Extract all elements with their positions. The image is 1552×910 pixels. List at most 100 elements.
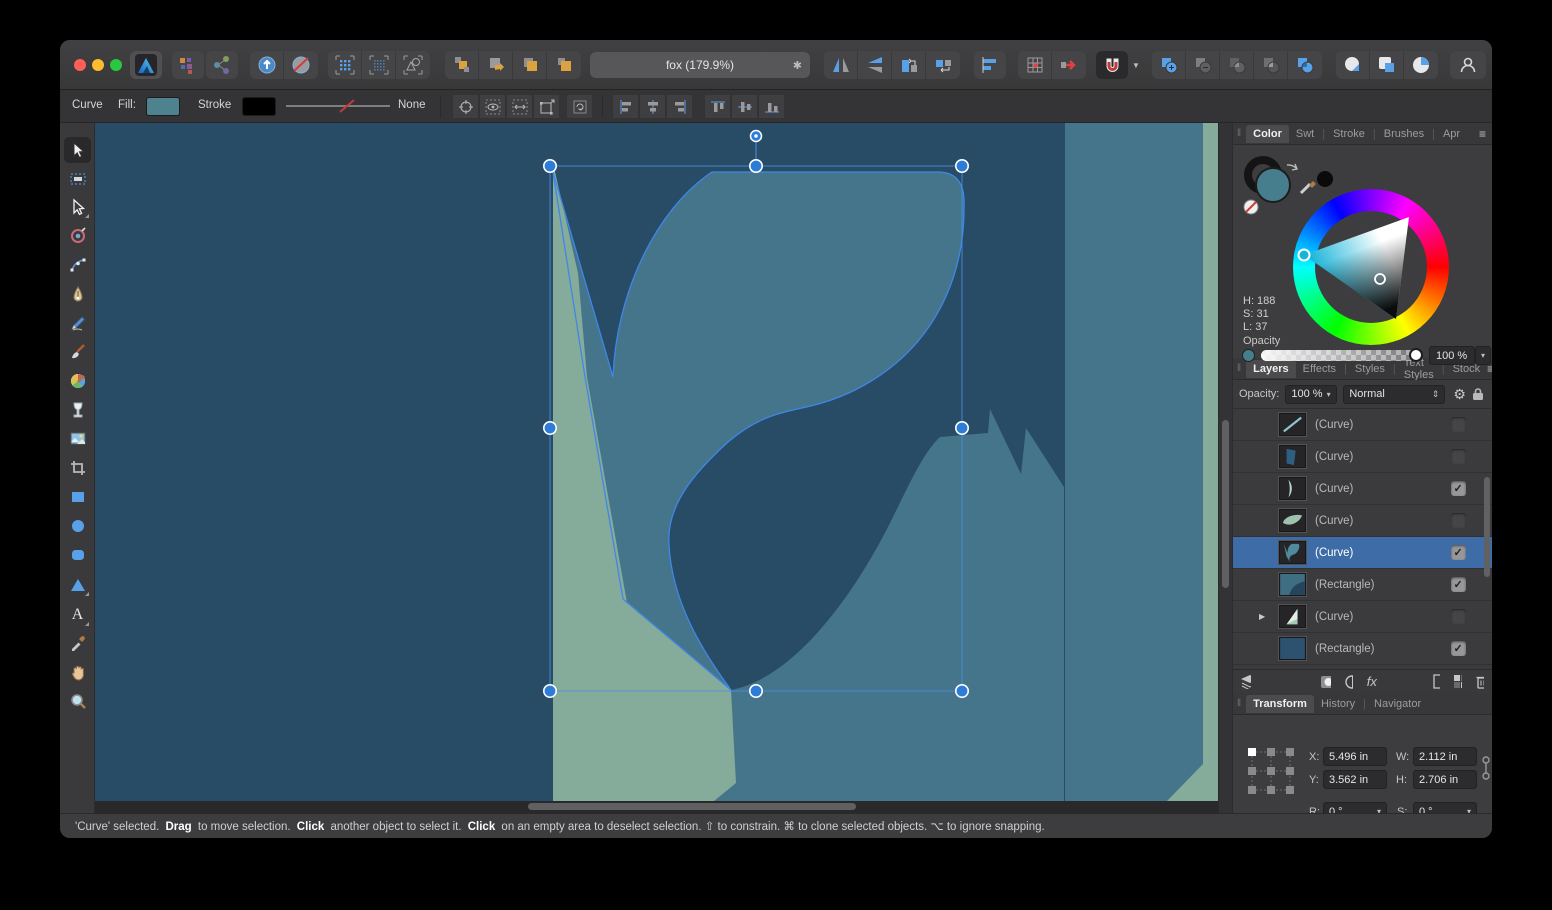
artboard-tool[interactable] [64, 166, 91, 192]
layer-row-3[interactable]: (Curve) [1233, 473, 1492, 505]
layer-row-6[interactable]: (Rectangle) [1233, 569, 1492, 601]
layer-visibility-checkbox[interactable] [1451, 513, 1466, 528]
view-tool[interactable] [64, 659, 91, 685]
layer-settings-gear-icon[interactable]: ⚙ [1453, 386, 1466, 403]
horizontal-scrollbar-thumb[interactable] [528, 803, 856, 810]
sage-strip-object[interactable] [1203, 123, 1218, 801]
transform-separately-button[interactable] [506, 94, 533, 119]
mask-layer-icon[interactable] [1321, 675, 1330, 689]
hue-marker[interactable] [1299, 250, 1310, 261]
rotate-ccw-button[interactable] [892, 51, 926, 79]
rotation-center-button[interactable] [566, 94, 593, 119]
pattern-layer-icon[interactable] [1454, 675, 1462, 689]
opacity-value-field[interactable]: 100 % [1429, 346, 1475, 365]
opacity-dropdown[interactable]: ▾ [1475, 346, 1491, 365]
node-tool[interactable] [64, 194, 91, 220]
badge-slash-button[interactable] [284, 51, 318, 79]
h-field[interactable]: 2.706 in [1413, 770, 1477, 789]
pencil-tool[interactable] [64, 310, 91, 336]
vertical-scrollbar[interactable] [1218, 123, 1232, 813]
rotate-cw-button[interactable] [926, 51, 960, 79]
close-button[interactable] [74, 59, 86, 71]
point-transform-tool[interactable] [64, 223, 91, 249]
align-right-button[interactable] [666, 94, 693, 119]
document-title[interactable]: fox (179.9%) ✱ [590, 52, 810, 78]
ellipse-tool[interactable] [64, 513, 91, 539]
tab-swatches[interactable]: Swt [1289, 125, 1321, 143]
account-button[interactable] [1450, 51, 1486, 79]
color-triangle[interactable] [1233, 145, 1492, 358]
canvas-artwork[interactable] [95, 123, 1218, 801]
canvas-viewport[interactable] [95, 123, 1218, 813]
align-middle-v-button[interactable] [731, 94, 758, 119]
minimize-button[interactable] [92, 59, 104, 71]
layer-visibility-checkbox[interactable] [1451, 481, 1466, 496]
y-field[interactable]: 3.562 in [1323, 770, 1387, 789]
panel-grip[interactable]: ‖ [1237, 128, 1242, 139]
op-circle-button[interactable] [1336, 51, 1370, 79]
arrange-back-one-button[interactable] [479, 51, 513, 79]
boolean-divide-button[interactable] [1254, 51, 1288, 79]
vertical-scrollbar-thumb[interactable] [1222, 420, 1229, 588]
layer-visibility-checkbox[interactable] [1451, 609, 1466, 624]
blend-mode-dropdown[interactable]: Normal⇕ [1343, 385, 1445, 404]
layer-opacity-dropdown[interactable]: 100 %▾ [1285, 385, 1337, 404]
align-left-button[interactable] [612, 94, 639, 119]
layer-row-8[interactable]: (Rectangle) [1233, 633, 1492, 665]
adjustment-layer-icon[interactable] [1345, 675, 1353, 689]
vector-brush-tool[interactable] [64, 339, 91, 365]
layer-visibility-checkbox[interactable] [1451, 449, 1466, 464]
badge-arrow-button[interactable] [250, 51, 284, 79]
hide-selection-button[interactable] [479, 94, 506, 119]
layer-row-4[interactable]: (Curve) [1233, 505, 1492, 537]
boolean-subtract-button[interactable] [1186, 51, 1220, 79]
delete-layer-icon[interactable] [1476, 674, 1484, 689]
tab-color[interactable]: Color [1246, 125, 1289, 143]
w-field[interactable]: 2.112 in [1413, 747, 1477, 766]
stroke-width-slider[interactable] [284, 98, 392, 114]
op-pie-button[interactable] [1404, 51, 1438, 79]
zoom-button[interactable] [110, 59, 122, 71]
layer-visibility-checkbox[interactable] [1451, 417, 1466, 432]
panel-grip[interactable]: ‖ [1237, 363, 1242, 374]
fill-tool[interactable] [64, 368, 91, 394]
op-square-button[interactable] [1370, 51, 1404, 79]
tab-effects[interactable]: Effects [1296, 360, 1343, 378]
layer-row-1[interactable]: (Curve) [1233, 409, 1492, 441]
teal-column-object[interactable] [1065, 123, 1203, 801]
enable-transform-box-button[interactable] [533, 94, 560, 119]
snap-grid-button[interactable] [362, 51, 396, 79]
rectangle-tool[interactable] [64, 484, 91, 510]
place-image-tool[interactable] [64, 426, 91, 452]
layer-effects-icon[interactable]: fx [1367, 674, 1377, 689]
tab-history[interactable]: History [1314, 695, 1362, 713]
tab-appearance[interactable]: Apr [1436, 125, 1467, 143]
persona-pixel-button[interactable] [172, 51, 204, 79]
rotation-handle[interactable] [751, 131, 762, 142]
tab-stroke[interactable]: Stroke [1326, 125, 1372, 143]
arrange-forward-one-button[interactable] [513, 51, 547, 79]
fill-swatch[interactable] [146, 97, 180, 116]
opacity-slider[interactable] [1261, 350, 1417, 361]
flip-vertical-button[interactable] [858, 51, 892, 79]
align-top-button[interactable] [704, 94, 731, 119]
tab-transform[interactable]: Transform [1246, 695, 1314, 713]
arrange-back-button[interactable] [445, 51, 479, 79]
color-picker-tool[interactable] [64, 630, 91, 656]
pen-tool[interactable] [64, 281, 91, 307]
align-bottom-button[interactable] [758, 94, 785, 119]
new-layer-icon[interactable] [1433, 674, 1441, 689]
persona-export-button[interactable] [206, 51, 238, 79]
layer-row-5-selected[interactable]: (Curve) [1233, 537, 1492, 569]
layers-scrollbar-thumb[interactable] [1484, 477, 1490, 577]
tab-navigator[interactable]: Navigator [1367, 695, 1428, 713]
stroke-swatch[interactable] [242, 97, 276, 116]
tab-layers[interactable]: Layers [1246, 360, 1295, 378]
tab-styles[interactable]: Styles [1348, 360, 1392, 378]
vector-crop-tool[interactable] [64, 455, 91, 481]
pixel-grid-button[interactable] [1018, 51, 1052, 79]
edit-all-layers-icon[interactable] [1241, 675, 1251, 689]
tab-brushes[interactable]: Brushes [1377, 125, 1431, 143]
x-field[interactable]: 5.496 in [1323, 747, 1387, 766]
alignment-button[interactable] [974, 51, 1006, 79]
